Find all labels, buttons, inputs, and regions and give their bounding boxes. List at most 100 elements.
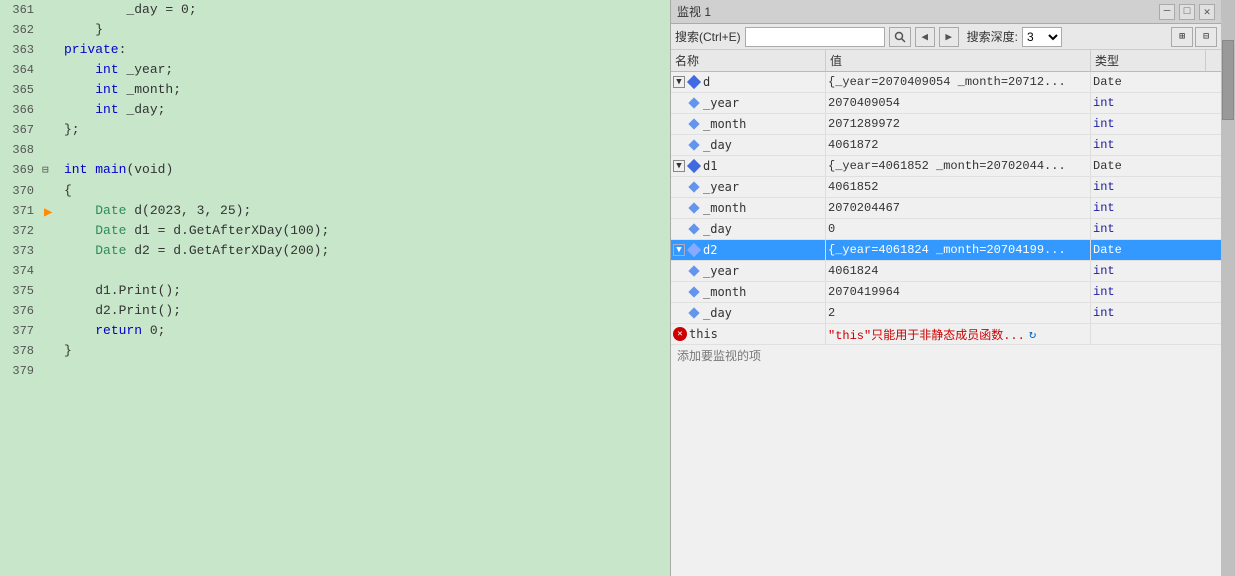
settings-icon-btn[interactable]: ⊟ [1195, 27, 1217, 47]
expander-369[interactable]: ⊟ [42, 165, 49, 177]
line-content-363: private: [60, 40, 670, 60]
small-diamond-icon-d2-day [687, 306, 701, 320]
close-icon[interactable]: ✕ [1199, 4, 1215, 20]
line-content-362: } [60, 20, 670, 40]
line-content-378: } [60, 341, 670, 361]
watch-cell-d2-value: {_year=4061824 _month=20704199... [826, 240, 1091, 260]
watch-row-d1[interactable]: ▼ d1 {_year=4061852 _month=20702044... D… [671, 156, 1221, 177]
watch-row-this[interactable]: ✕ this "this"只能用于非静态成员函数...↻ [671, 324, 1221, 345]
line-num-379: 379 [0, 361, 42, 381]
watch-cell-d2-year-type: int [1091, 261, 1206, 281]
watch-cell-this-value: "this"只能用于非静态成员函数...↻ [826, 324, 1091, 344]
gutter-377 [42, 321, 60, 341]
watch-row-d2[interactable]: ▼ d2 {_year=4061824 _month=20704199... D… [671, 240, 1221, 261]
watch-name-d-day: _day [703, 138, 732, 152]
code-line-366: 366 int _day; [0, 100, 670, 120]
add-watch-label[interactable]: 添加要监视的项 [677, 347, 761, 364]
nav-forward-btn[interactable]: ▶ [939, 27, 959, 47]
small-diamond-icon-d2-month [687, 285, 701, 299]
watch-cell-d-month-type: int [1091, 114, 1206, 134]
gutter-362 [42, 20, 60, 40]
watch-row-d2-month[interactable]: _month 2070419964 int [671, 282, 1221, 303]
line-content-377: return 0; [60, 321, 670, 341]
watch-cell-d1-year-value: 4061852 [826, 177, 1091, 197]
expand-icon-d2[interactable]: ▼ [673, 244, 685, 256]
minimize-icon[interactable]: ─ [1159, 4, 1175, 20]
scrollbar-thumb[interactable] [1222, 40, 1234, 120]
watch-row-d2-day[interactable]: _day 2 int [671, 303, 1221, 324]
code-editor: 361 _day = 0; 362 } 363 private: 364 int… [0, 0, 670, 576]
code-line-369: 369 ⊟ int main(void) [0, 160, 670, 181]
watch-cell-d2-day-value: 2 [826, 303, 1091, 323]
diamond-icon-d1 [687, 159, 701, 173]
watch-cell-d2-day-type: int [1091, 303, 1206, 323]
watch-toolbar: 搜索(Ctrl+E) ◀ ▶ 搜索深度: 3 1 2 4 5 ⊞ ⊟ [671, 24, 1221, 50]
gutter-361 [42, 0, 60, 20]
watch-row-d1-day[interactable]: _day 0 int [671, 219, 1221, 240]
line-content-365: int _month; [60, 80, 670, 100]
search-input[interactable] [745, 27, 885, 47]
gutter-370 [42, 181, 60, 201]
gutter-372 [42, 221, 60, 241]
line-content-379 [60, 361, 670, 381]
watch-titlebar: 监视 1 ─ □ ✕ [671, 0, 1221, 24]
gutter-368 [42, 140, 60, 160]
watch-cell-this-name: ✕ this [671, 324, 826, 344]
watch-cell-d1-day-type: int [1091, 219, 1206, 239]
code-line-379: 379 [0, 361, 670, 381]
watch-name-d2: d2 [703, 243, 717, 257]
small-diamond-icon-d-month [687, 117, 701, 131]
watch-row-d-month[interactable]: _month 2071289972 int [671, 114, 1221, 135]
watch-cell-d-name: ▼ d [671, 72, 826, 92]
columns-icon-btn[interactable]: ⊞ [1171, 27, 1193, 47]
watch-row-d2-year[interactable]: _year 4061824 int [671, 261, 1221, 282]
gutter-367 [42, 120, 60, 140]
watch-row-d-day[interactable]: _day 4061872 int [671, 135, 1221, 156]
watch-row-d1-month[interactable]: _month 2070204467 int [671, 198, 1221, 219]
gutter-364 [42, 60, 60, 80]
line-num-374: 374 [0, 261, 42, 281]
refresh-icon-this[interactable]: ↻ [1029, 327, 1036, 342]
expand-icon-d1[interactable]: ▼ [673, 160, 685, 172]
watch-name-d1: d1 [703, 159, 717, 173]
watch-cell-this-type [1091, 324, 1206, 344]
line-content-372: Date d1 = d.GetAfterXDay(100); [60, 221, 670, 241]
watch-name-d2-month: _month [703, 285, 746, 299]
watch-row-d[interactable]: ▼ d {_year=2070409054 _month=20712... Da… [671, 72, 1221, 93]
watch-cell-d2-month-name: _month [671, 282, 826, 302]
watch-row-d1-year[interactable]: _year 4061852 int [671, 177, 1221, 198]
depth-label: 搜索深度: [967, 28, 1018, 45]
search-icon-btn[interactable] [889, 27, 911, 47]
watch-title: 监视 1 [677, 3, 1159, 20]
watch-cell-d1-name: ▼ d1 [671, 156, 826, 176]
line-content-376: d2.Print(); [60, 301, 670, 321]
arrow-371: ▶ [44, 203, 52, 223]
line-num-375: 375 [0, 281, 42, 301]
gutter-366 [42, 100, 60, 120]
line-content-370: { [60, 181, 670, 201]
add-watch-row[interactable]: 添加要监视的项 [671, 345, 1221, 366]
code-line-377: 377 return 0; [0, 321, 670, 341]
watch-cell-d1-day-value: 0 [826, 219, 1091, 239]
float-icon[interactable]: □ [1179, 4, 1195, 20]
watch-cell-d-value: {_year=2070409054 _month=20712... [826, 72, 1091, 92]
watch-cell-d1-year-type: int [1091, 177, 1206, 197]
main-scrollbar [1221, 0, 1235, 576]
line-content-361: _day = 0; [60, 0, 670, 20]
watch-cell-d2-year-name: _year [671, 261, 826, 281]
depth-select[interactable]: 3 1 2 4 5 [1022, 27, 1062, 47]
line-content-374 [60, 261, 670, 281]
watch-cell-d-day-value: 4061872 [826, 135, 1091, 155]
line-num-368: 368 [0, 140, 42, 160]
toolbar-right-icons: ⊞ ⊟ [1171, 27, 1217, 47]
line-content-366: int _day; [60, 100, 670, 120]
watch-row-d-year[interactable]: _year 2070409054 int [671, 93, 1221, 114]
watch-cell-d2-type: Date [1091, 240, 1206, 260]
nav-back-btn[interactable]: ◀ [915, 27, 935, 47]
line-content-373: Date d2 = d.GetAfterXDay(200); [60, 241, 670, 261]
watch-name-d-month: _month [703, 117, 746, 131]
watch-cell-d1-month-name: _month [671, 198, 826, 218]
watch-cell-d2-name: ▼ d2 [671, 240, 826, 260]
code-line-361: 361 _day = 0; [0, 0, 670, 20]
expand-icon-d[interactable]: ▼ [673, 76, 685, 88]
